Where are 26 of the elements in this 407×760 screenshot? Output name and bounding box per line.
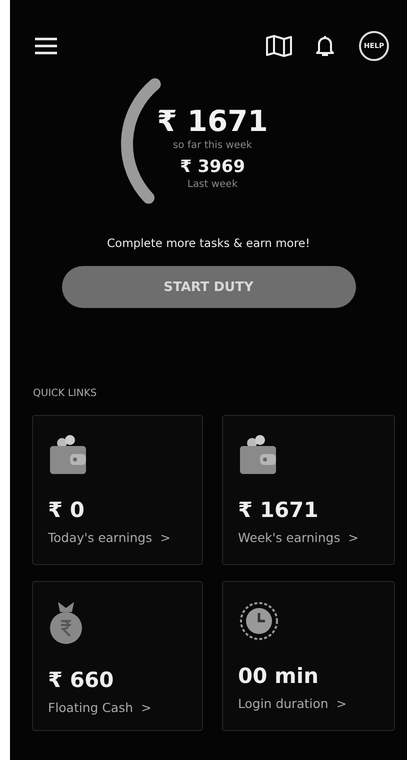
- card-label: Floating Cash >: [48, 700, 152, 715]
- last-week-caption: Last week: [187, 179, 238, 190]
- quick-link-card[interactable]: ₹ 0 Today's earnings >: [32, 415, 203, 565]
- last-week-amount: ₹ 3969: [180, 157, 246, 177]
- section-title: QUICK LINKS: [33, 388, 98, 399]
- card-label: Login duration >: [238, 696, 347, 711]
- start-duty-button[interactable]: START DUTY: [62, 266, 356, 308]
- prompt-text: Complete more tasks & earn more!: [107, 236, 310, 250]
- clock-icon: [238, 600, 280, 642]
- money-bag-icon: [48, 600, 84, 646]
- week-amount: ₹ 1671: [157, 104, 268, 138]
- wallet-icon: [238, 434, 278, 476]
- bell-icon[interactable]: [315, 34, 335, 58]
- card-value: ₹ 0: [48, 498, 85, 522]
- quick-link-card[interactable]: ₹ 660 Floating Cash >: [32, 581, 203, 731]
- wallet-icon: [48, 434, 88, 476]
- card-value: 00 min: [238, 664, 319, 688]
- week-caption: so far this week: [172, 140, 252, 151]
- quick-link-card[interactable]: ₹ 1671 Week's earnings >: [222, 415, 395, 565]
- card-label: Today's earnings >: [48, 530, 171, 545]
- map-icon[interactable]: [265, 34, 293, 58]
- card-label: Week's earnings >: [238, 530, 359, 545]
- quick-link-card[interactable]: 00 min Login duration >: [222, 581, 395, 731]
- card-value: ₹ 660: [48, 668, 114, 692]
- card-value: ₹ 1671: [238, 498, 318, 522]
- menu-button[interactable]: [34, 36, 58, 56]
